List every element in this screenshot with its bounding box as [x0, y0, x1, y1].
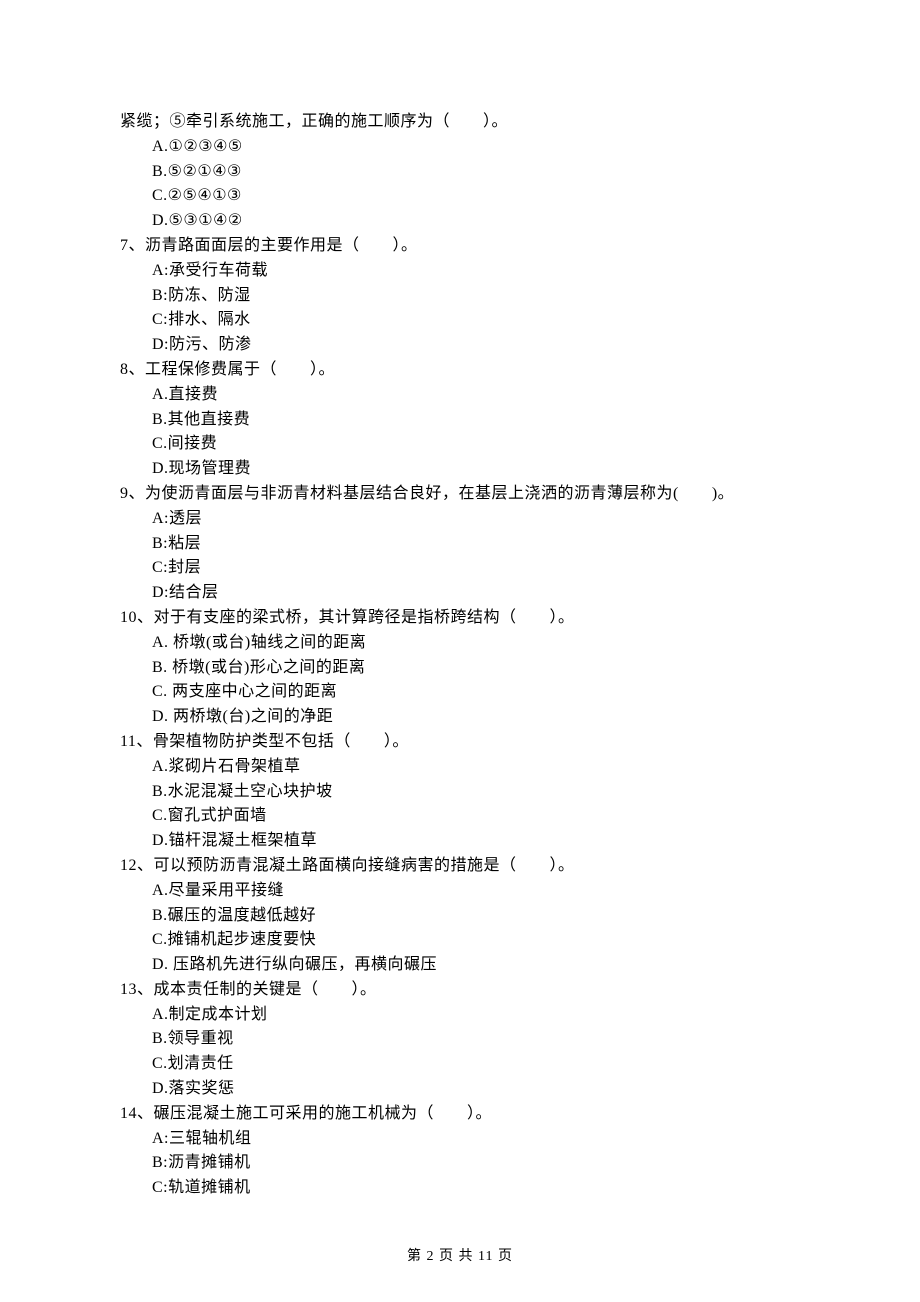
q8-option-c: C.间接费 [120, 432, 800, 457]
q7-option-a: A:承受行车荷载 [120, 259, 800, 284]
q11-option-b: B.水泥混凝土空心块护坡 [120, 780, 800, 805]
q13-option-b: B.领导重视 [120, 1027, 800, 1052]
q11-option-d: D.锚杆混凝土框架植草 [120, 829, 800, 854]
q13-option-c: C.划清责任 [120, 1052, 800, 1077]
q14-stem: 14、碾压混凝土施工可采用的施工机械为（ ）。 [120, 1102, 800, 1127]
q12-option-c: C.摊铺机起步速度要快 [120, 928, 800, 953]
q10-option-d: D. 两桥墩(台)之间的净距 [120, 705, 800, 730]
q7-option-b: B:防冻、防湿 [120, 284, 800, 309]
q9-option-a: A:透层 [120, 507, 800, 532]
q10-stem: 10、对于有支座的梁式桥，其计算跨径是指桥跨结构（ ）。 [120, 606, 800, 631]
q8-stem: 8、工程保修费属于（ ）。 [120, 358, 800, 383]
q9-option-b: B:粘层 [120, 532, 800, 557]
q7-stem: 7、沥青路面面层的主要作用是（ ）。 [120, 234, 800, 259]
q12-stem: 12、可以预防沥青混凝土路面横向接缝病害的措施是（ ）。 [120, 854, 800, 879]
q14-option-a: A:三辊轴机组 [120, 1127, 800, 1152]
q9-option-c: C:封层 [120, 556, 800, 581]
q6-option-b: B.⑤②①④③ [120, 160, 800, 185]
q10-option-a: A. 桥墩(或台)轴线之间的距离 [120, 631, 800, 656]
q13-stem: 13、成本责任制的关键是（ ）。 [120, 978, 800, 1003]
q9-stem: 9、为使沥青面层与非沥青材料基层结合良好，在基层上浇洒的沥青薄层称为( )。 [120, 482, 800, 507]
q8-option-b: B.其他直接费 [120, 408, 800, 433]
q12-option-d: D. 压路机先进行纵向碾压，再横向碾压 [120, 953, 800, 978]
q13-option-a: A.制定成本计划 [120, 1003, 800, 1028]
q8-option-a: A.直接费 [120, 383, 800, 408]
page-footer: 第 2 页 共 11 页 [0, 1246, 920, 1268]
q6-stem-continuation: 紧缆；⑤牵引系统施工，正确的施工顺序为（ ）。 [120, 110, 800, 135]
q7-option-d: D:防污、防渗 [120, 333, 800, 358]
q10-option-c: C. 两支座中心之间的距离 [120, 680, 800, 705]
q12-option-b: B.碾压的温度越低越好 [120, 904, 800, 929]
q14-option-b: B:沥青摊铺机 [120, 1151, 800, 1176]
q11-option-c: C.窗孔式护面墙 [120, 804, 800, 829]
q6-option-a: A.①②③④⑤ [120, 135, 800, 160]
q9-option-d: D:结合层 [120, 581, 800, 606]
q11-stem: 11、骨架植物防护类型不包括（ ）。 [120, 730, 800, 755]
q6-option-d: D.⑤③①④② [120, 209, 800, 234]
q12-option-a: A.尽量采用平接缝 [120, 879, 800, 904]
q7-option-c: C:排水、隔水 [120, 308, 800, 333]
q8-option-d: D.现场管理费 [120, 457, 800, 482]
q10-option-b: B. 桥墩(或台)形心之间的距离 [120, 656, 800, 681]
page-container: 紧缆；⑤牵引系统施工，正确的施工顺序为（ ）。 A.①②③④⑤ B.⑤②①④③ … [0, 0, 920, 1302]
q11-option-a: A.浆砌片石骨架植草 [120, 755, 800, 780]
q14-option-c: C:轨道摊铺机 [120, 1176, 800, 1201]
q6-option-c: C.②⑤④①③ [120, 184, 800, 209]
q13-option-d: D.落实奖惩 [120, 1077, 800, 1102]
